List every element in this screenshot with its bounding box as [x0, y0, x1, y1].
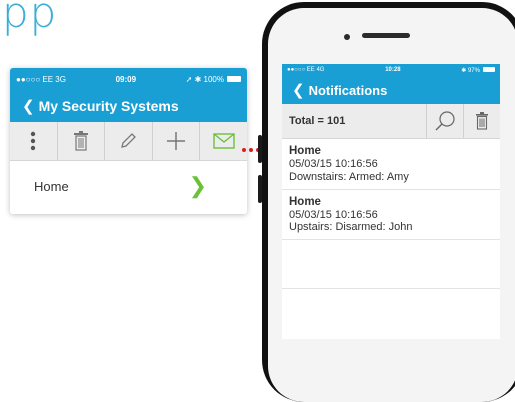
toolbar	[10, 122, 247, 161]
envelope-icon	[212, 133, 235, 149]
pencil-icon	[121, 133, 137, 148]
list-item-home[interactable]: Home ❯	[10, 161, 247, 211]
battery-icon	[227, 76, 241, 83]
carrier-label: ●●○○○ EE 4G	[287, 67, 325, 73]
clock-label: 09:09	[115, 74, 137, 84]
nav-bar: ❮ Notifications	[282, 76, 500, 104]
list-item-label: Home	[34, 178, 69, 194]
nav-title: My Security Systems	[38, 98, 179, 114]
speaker-grille	[362, 33, 410, 38]
more-button[interactable]	[10, 122, 58, 160]
plus-icon	[167, 132, 186, 150]
notification-message: Upstairs: Disarmed: John	[289, 221, 413, 234]
status-bar: ●●○○○ EE 4G 10:28 ✱ 97%	[282, 64, 500, 76]
nav-title: Notifications	[308, 82, 388, 98]
status-bar: ●●○○○ EE 3G 09:09 ➚ ✱ 100%	[10, 68, 247, 90]
delete-button[interactable]	[58, 122, 106, 160]
empty-list-area	[282, 240, 500, 289]
page-title: pp	[2, 0, 58, 37]
search-icon	[435, 111, 455, 131]
more-vertical-icon	[31, 131, 36, 151]
delete-button[interactable]	[463, 104, 500, 138]
security-systems-card: ●●○○○ EE 3G 09:09 ➚ ✱ 100% ❮ My Security…	[10, 68, 247, 214]
trash-icon	[476, 112, 488, 130]
nav-bar: ❮ My Security Systems	[10, 90, 247, 122]
notification-location: Home	[289, 195, 321, 208]
notifications-button[interactable]	[200, 122, 247, 160]
battery-indicator: ✱ 97%	[461, 67, 495, 74]
chevron-right-icon: ❯	[188, 173, 207, 198]
notification-message: Downstairs: Armed: Amy	[289, 170, 409, 183]
carrier-label: ●●○○○ EE 3G	[16, 74, 66, 84]
clock-label: 10:28	[385, 67, 401, 73]
trash-icon	[73, 131, 88, 151]
volume-down-button	[258, 175, 262, 203]
search-button[interactable]	[426, 104, 463, 138]
total-count: Total = 101	[289, 115, 346, 127]
list-item[interactable]: Home 05/03/15 10:16:56 Downstairs: Armed…	[282, 139, 500, 190]
back-chevron-icon[interactable]: ❮	[292, 81, 305, 99]
edit-button[interactable]	[105, 122, 153, 160]
notification-location: Home	[289, 145, 321, 157]
phone-screen: ●●○○○ EE 4G 10:28 ✱ 97% ❮ Notifications …	[282, 64, 500, 339]
camera-icon	[344, 34, 350, 40]
battery-indicator: ➚ ✱ 100%	[186, 75, 241, 84]
battery-icon	[482, 67, 495, 73]
add-button[interactable]	[153, 122, 201, 160]
volume-up-button	[258, 135, 262, 163]
notification-timestamp: 05/03/15 10:16:56	[289, 208, 378, 221]
back-chevron-icon[interactable]: ❮	[22, 97, 35, 115]
notification-timestamp: 05/03/15 10:16:56	[289, 158, 378, 171]
toolbar: Total = 101	[282, 104, 500, 139]
list-item[interactable]: Home 05/03/15 10:16:56 Upstairs: Disarme…	[282, 190, 500, 240]
